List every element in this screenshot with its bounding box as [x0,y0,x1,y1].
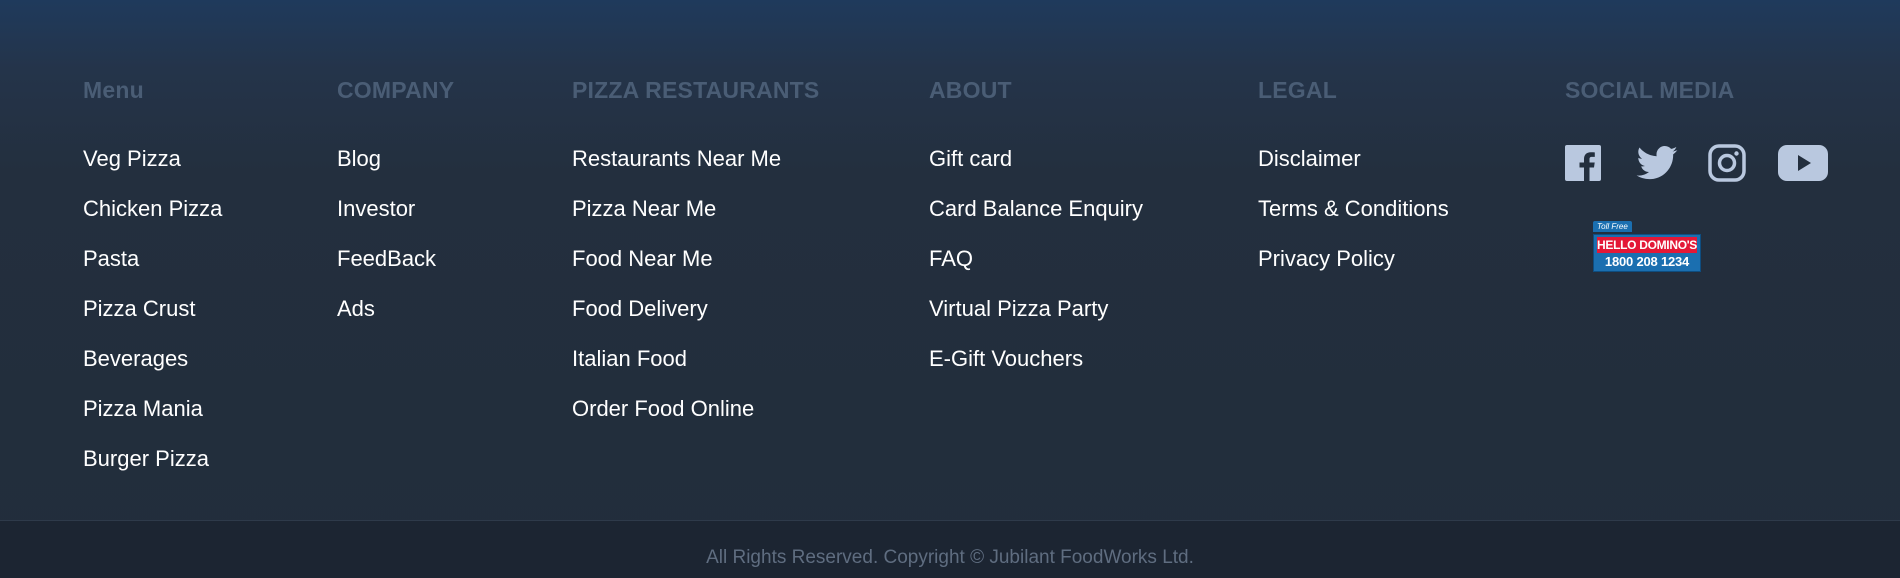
column-heading: PIZZA RESTAURANTS [572,77,820,103]
footer-link-investor[interactable]: Investor [337,196,415,221]
column-heading: SOCIAL MEDIA [1565,77,1735,103]
footer-link-food-near-me[interactable]: Food Near Me [572,246,713,271]
footer-link-terms-conditions[interactable]: Terms & Conditions [1258,196,1449,221]
list-item: Pizza Mania [83,397,222,447]
footer-link-disclaimer[interactable]: Disclaimer [1258,146,1361,171]
list-item: Beverages [83,347,222,397]
footer-link-gift-card[interactable]: Gift card [929,146,1012,171]
column-heading: COMPANY [337,77,455,103]
footer-link-italian-food[interactable]: Italian Food [572,346,687,371]
column-heading: Menu [83,77,144,103]
link-list: Disclaimer Terms & Conditions Privacy Po… [1258,147,1449,297]
footer-column-company: COMPANY Blog Investor FeedBack Ads [337,76,454,347]
list-item: Terms & Conditions [1258,197,1449,247]
footer-link-virtual-pizza-party[interactable]: Virtual Pizza Party [929,296,1108,321]
list-item: Order Food Online [572,397,819,447]
footer-column-pizza-restaurants: PIZZA RESTAURANTS Restaurants Near Me Pi… [572,76,819,447]
footer-link-pasta[interactable]: Pasta [83,246,139,271]
link-list: Blog Investor FeedBack Ads [337,147,454,347]
list-item: FAQ [929,247,1143,297]
site-footer: Menu Veg Pizza Chicken Pizza Pasta Pizza… [0,0,1900,520]
column-heading: ABOUT [929,77,1012,103]
youtube-icon[interactable] [1778,145,1828,181]
hotline-brand: HELLO DOMINO'S [1597,237,1697,253]
hotline-number: 1800 208 1234 [1604,254,1690,269]
footer-link-burger-pizza[interactable]: Burger Pizza [83,446,209,471]
footer-link-pizza-near-me[interactable]: Pizza Near Me [572,196,716,221]
footer-column-legal: LEGAL Disclaimer Terms & Conditions Priv… [1258,76,1449,297]
list-item: Gift card [929,147,1143,197]
column-heading: LEGAL [1258,77,1337,103]
twitter-icon[interactable] [1636,146,1678,180]
link-list: Veg Pizza Chicken Pizza Pasta Pizza Crus… [83,147,222,497]
copyright-text: All Rights Reserved. Copyright © Jubilan… [706,547,1194,568]
footer-link-e-gift-vouchers[interactable]: E-Gift Vouchers [929,346,1083,371]
list-item: Veg Pizza [83,147,222,197]
footer-link-pizza-crust[interactable]: Pizza Crust [83,296,195,321]
footer-link-card-balance-enquiry[interactable]: Card Balance Enquiry [929,196,1143,221]
hello-dominos-hotline-badge: Toll Free HELLO DOMINO'S 1800 208 1234 [1593,216,1703,272]
footer-column-menu: Menu Veg Pizza Chicken Pizza Pasta Pizza… [83,76,222,497]
list-item: Italian Food [572,347,819,397]
footer-link-order-food-online[interactable]: Order Food Online [572,396,754,421]
footer-link-food-delivery[interactable]: Food Delivery [572,296,708,321]
footer-link-blog[interactable]: Blog [337,146,381,171]
list-item: Card Balance Enquiry [929,197,1143,247]
facebook-icon[interactable] [1565,145,1601,181]
list-item: Pizza Crust [83,297,222,347]
footer-link-feedback[interactable]: FeedBack [337,246,436,271]
list-item: Restaurants Near Me [572,147,819,197]
list-item: Blog [337,147,454,197]
list-item: Investor [337,197,454,247]
footer-link-pizza-mania[interactable]: Pizza Mania [83,396,203,421]
toll-free-tag: Toll Free [1593,221,1632,232]
list-item: E-Gift Vouchers [929,347,1143,397]
link-list: Gift card Card Balance Enquiry FAQ Virtu… [929,147,1143,397]
footer-column-about: ABOUT Gift card Card Balance Enquiry FAQ… [929,76,1143,397]
list-item: Disclaimer [1258,147,1449,197]
list-item: Pasta [83,247,222,297]
footer-link-ads[interactable]: Ads [337,296,375,321]
list-item: Virtual Pizza Party [929,297,1143,347]
footer-column-social-media: SOCIAL MEDIA Toll Free HELLO DOMINO'S 18… [1565,76,1828,272]
footer-link-chicken-pizza[interactable]: Chicken Pizza [83,196,222,221]
instagram-icon[interactable] [1708,144,1746,182]
footer-link-beverages[interactable]: Beverages [83,346,188,371]
footer-link-privacy-policy[interactable]: Privacy Policy [1258,246,1395,271]
list-item: Privacy Policy [1258,247,1449,297]
copyright-bar: All Rights Reserved. Copyright © Jubilan… [0,521,1900,578]
social-icons [1565,144,1828,182]
list-item: Food Delivery [572,297,819,347]
footer-link-faq[interactable]: FAQ [929,246,973,271]
link-list: Restaurants Near Me Pizza Near Me Food N… [572,147,819,447]
list-item: FeedBack [337,247,454,297]
footer-link-restaurants-near-me[interactable]: Restaurants Near Me [572,146,781,171]
list-item: Food Near Me [572,247,819,297]
footer-link-veg-pizza[interactable]: Veg Pizza [83,146,181,171]
list-item: Pizza Near Me [572,197,819,247]
hotline-box: HELLO DOMINO'S 1800 208 1234 [1593,234,1701,272]
list-item: Chicken Pizza [83,197,222,247]
list-item: Ads [337,297,454,347]
list-item: Burger Pizza [83,447,222,497]
